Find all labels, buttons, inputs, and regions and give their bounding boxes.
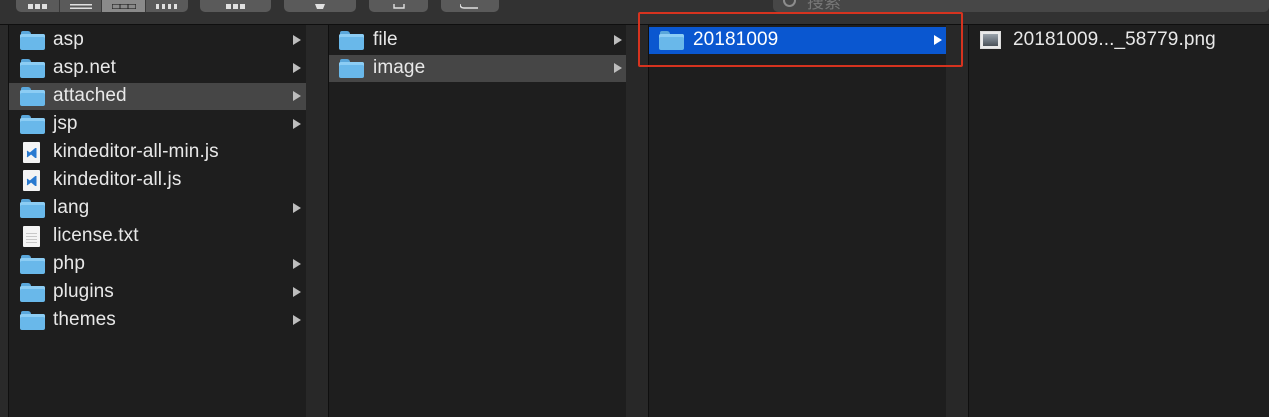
column-view-icon bbox=[111, 4, 136, 9]
list-item[interactable]: plugins bbox=[9, 279, 306, 306]
item-label: kindeditor-all.js bbox=[53, 169, 182, 190]
gallery-view-button[interactable] bbox=[146, 0, 188, 12]
action-button[interactable] bbox=[284, 0, 356, 12]
item-label: license.txt bbox=[53, 225, 139, 246]
disclosure-arrow-icon bbox=[293, 203, 301, 213]
toolbar: 搜索 bbox=[0, 0, 1269, 25]
disclosure-arrow-icon bbox=[293, 259, 301, 269]
folder-icon bbox=[659, 31, 684, 50]
item-label: themes bbox=[53, 309, 116, 330]
item-label: asp.net bbox=[53, 57, 117, 78]
search-placeholder: 搜索 bbox=[807, 0, 841, 12]
list-item-selected-active[interactable]: 20181009 bbox=[649, 27, 946, 54]
sidebar-edge bbox=[0, 25, 8, 417]
view-mode-segmented-control bbox=[16, 0, 188, 12]
column-gutter bbox=[946, 25, 968, 417]
item-label: jsp bbox=[53, 113, 78, 134]
column-view-button[interactable] bbox=[102, 0, 146, 12]
list-item[interactable]: lang bbox=[9, 195, 306, 222]
disclosure-arrow-icon bbox=[934, 35, 942, 45]
item-label: image bbox=[373, 57, 426, 78]
item-label: asp bbox=[53, 29, 84, 50]
tag-icon bbox=[460, 4, 478, 9]
group-icon bbox=[225, 4, 245, 9]
gallery-view-icon bbox=[156, 4, 177, 9]
js-file-icon bbox=[23, 142, 40, 163]
folder-icon bbox=[20, 199, 45, 218]
disclosure-arrow-icon bbox=[293, 119, 301, 129]
disclosure-arrow-icon bbox=[614, 35, 622, 45]
list-view-icon bbox=[69, 4, 92, 9]
search-icon bbox=[783, 0, 796, 7]
gear-icon bbox=[315, 4, 325, 9]
disclosure-arrow-icon bbox=[614, 63, 622, 73]
item-label: php bbox=[53, 253, 86, 274]
column-gutter bbox=[306, 25, 328, 417]
item-label: 20181009 bbox=[693, 29, 779, 50]
disclosure-arrow-icon bbox=[293, 315, 301, 325]
folder-icon bbox=[20, 255, 45, 274]
folder-icon bbox=[339, 31, 364, 50]
column-20181009: 20181009..._58779.png bbox=[969, 25, 1269, 417]
list-item[interactable]: jsp bbox=[9, 111, 306, 138]
item-label: kindeditor-all-min.js bbox=[53, 141, 219, 162]
folder-icon bbox=[20, 31, 45, 50]
list-item[interactable]: kindeditor-all-min.js bbox=[9, 139, 306, 166]
list-view-button[interactable] bbox=[60, 0, 102, 12]
disclosure-arrow-icon bbox=[293, 63, 301, 73]
column-gutter bbox=[626, 25, 648, 417]
list-item[interactable]: asp bbox=[9, 27, 306, 54]
share-button[interactable] bbox=[369, 0, 428, 12]
item-label: file bbox=[373, 29, 398, 50]
item-label: attached bbox=[53, 85, 127, 106]
list-item[interactable]: file bbox=[329, 27, 626, 54]
column-image: 20181009 bbox=[649, 25, 946, 417]
list-item[interactable]: php bbox=[9, 251, 306, 278]
list-item-selected[interactable]: image bbox=[329, 55, 626, 82]
folder-icon bbox=[20, 87, 45, 106]
folder-icon bbox=[20, 311, 45, 330]
tags-button[interactable] bbox=[441, 0, 499, 12]
disclosure-arrow-icon bbox=[293, 91, 301, 101]
folder-icon bbox=[20, 115, 45, 134]
list-item[interactable]: asp.net bbox=[9, 55, 306, 82]
search-field[interactable]: 搜索 bbox=[773, 0, 1269, 12]
folder-icon bbox=[20, 59, 45, 78]
folder-icon bbox=[20, 283, 45, 302]
icon-view-icon bbox=[27, 4, 47, 9]
image-file-icon bbox=[980, 31, 1001, 49]
item-label: lang bbox=[53, 197, 90, 218]
js-file-icon bbox=[23, 170, 40, 191]
item-label: 20181009..._58779.png bbox=[1013, 29, 1216, 50]
list-item[interactable]: 20181009..._58779.png bbox=[969, 27, 1269, 54]
list-item[interactable]: kindeditor-all.js bbox=[9, 167, 306, 194]
list-item[interactable]: themes bbox=[9, 307, 306, 334]
group-button[interactable] bbox=[200, 0, 271, 12]
disclosure-arrow-icon bbox=[293, 35, 301, 45]
list-item-selected[interactable]: attached bbox=[9, 83, 306, 110]
folder-icon bbox=[339, 59, 364, 78]
item-label: plugins bbox=[53, 281, 114, 302]
disclosure-arrow-icon bbox=[293, 287, 301, 297]
icon-view-button[interactable] bbox=[16, 0, 60, 12]
list-item[interactable]: license.txt bbox=[9, 223, 306, 250]
column-attached: file image bbox=[329, 25, 626, 417]
share-icon bbox=[392, 4, 405, 9]
column-kindeditor: asp asp.net attached jsp kindeditor-all-… bbox=[9, 25, 306, 417]
text-file-icon bbox=[23, 226, 40, 247]
